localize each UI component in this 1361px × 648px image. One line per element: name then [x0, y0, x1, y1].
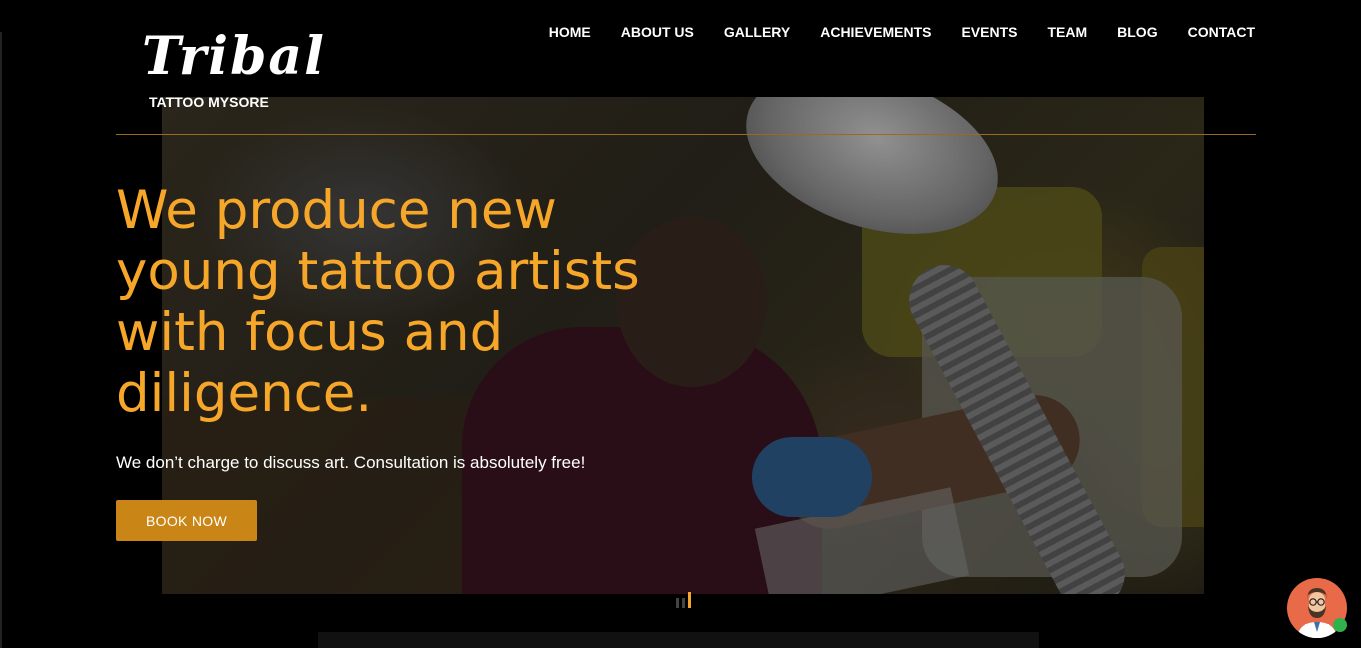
- header-divider: [116, 134, 1256, 135]
- online-status-icon: [1333, 618, 1347, 632]
- left-edge-divider: [0, 32, 2, 648]
- hero-headline: We produce new young tattoo artists with…: [116, 180, 640, 424]
- nav-about-us[interactable]: ABOUT US: [591, 23, 694, 41]
- slider-dot-1[interactable]: [676, 598, 679, 608]
- nav-gallery[interactable]: GALLERY: [694, 23, 790, 41]
- hero-subline: We don’t charge to discuss art. Consulta…: [116, 453, 586, 472]
- logo-script-text: Tribal: [142, 26, 326, 87]
- site-logo[interactable]: Tribal TATTOO MYSORE: [140, 24, 326, 112]
- logo-subtitle: TATTOO MYSORE: [149, 94, 269, 110]
- nav-team[interactable]: TEAM: [1017, 23, 1087, 41]
- nav-events[interactable]: EVENTS: [931, 23, 1017, 41]
- nav-home[interactable]: HOME: [519, 23, 591, 41]
- book-now-button[interactable]: BOOK NOW: [116, 500, 257, 541]
- slider-dots: [676, 592, 691, 608]
- bottom-section-bar: [318, 632, 1039, 648]
- slider-dot-3[interactable]: [688, 592, 691, 608]
- nav-blog[interactable]: BLOG: [1087, 23, 1157, 41]
- main-nav: HOME ABOUT US GALLERY ACHIEVEMENTS EVENT…: [519, 23, 1255, 41]
- nav-contact[interactable]: CONTACT: [1158, 23, 1255, 41]
- page: Tribal TATTOO MYSORE HOME ABOUT US GALLE…: [0, 0, 1361, 648]
- slider-dot-2[interactable]: [682, 598, 685, 608]
- nav-achievements[interactable]: ACHIEVEMENTS: [790, 23, 931, 41]
